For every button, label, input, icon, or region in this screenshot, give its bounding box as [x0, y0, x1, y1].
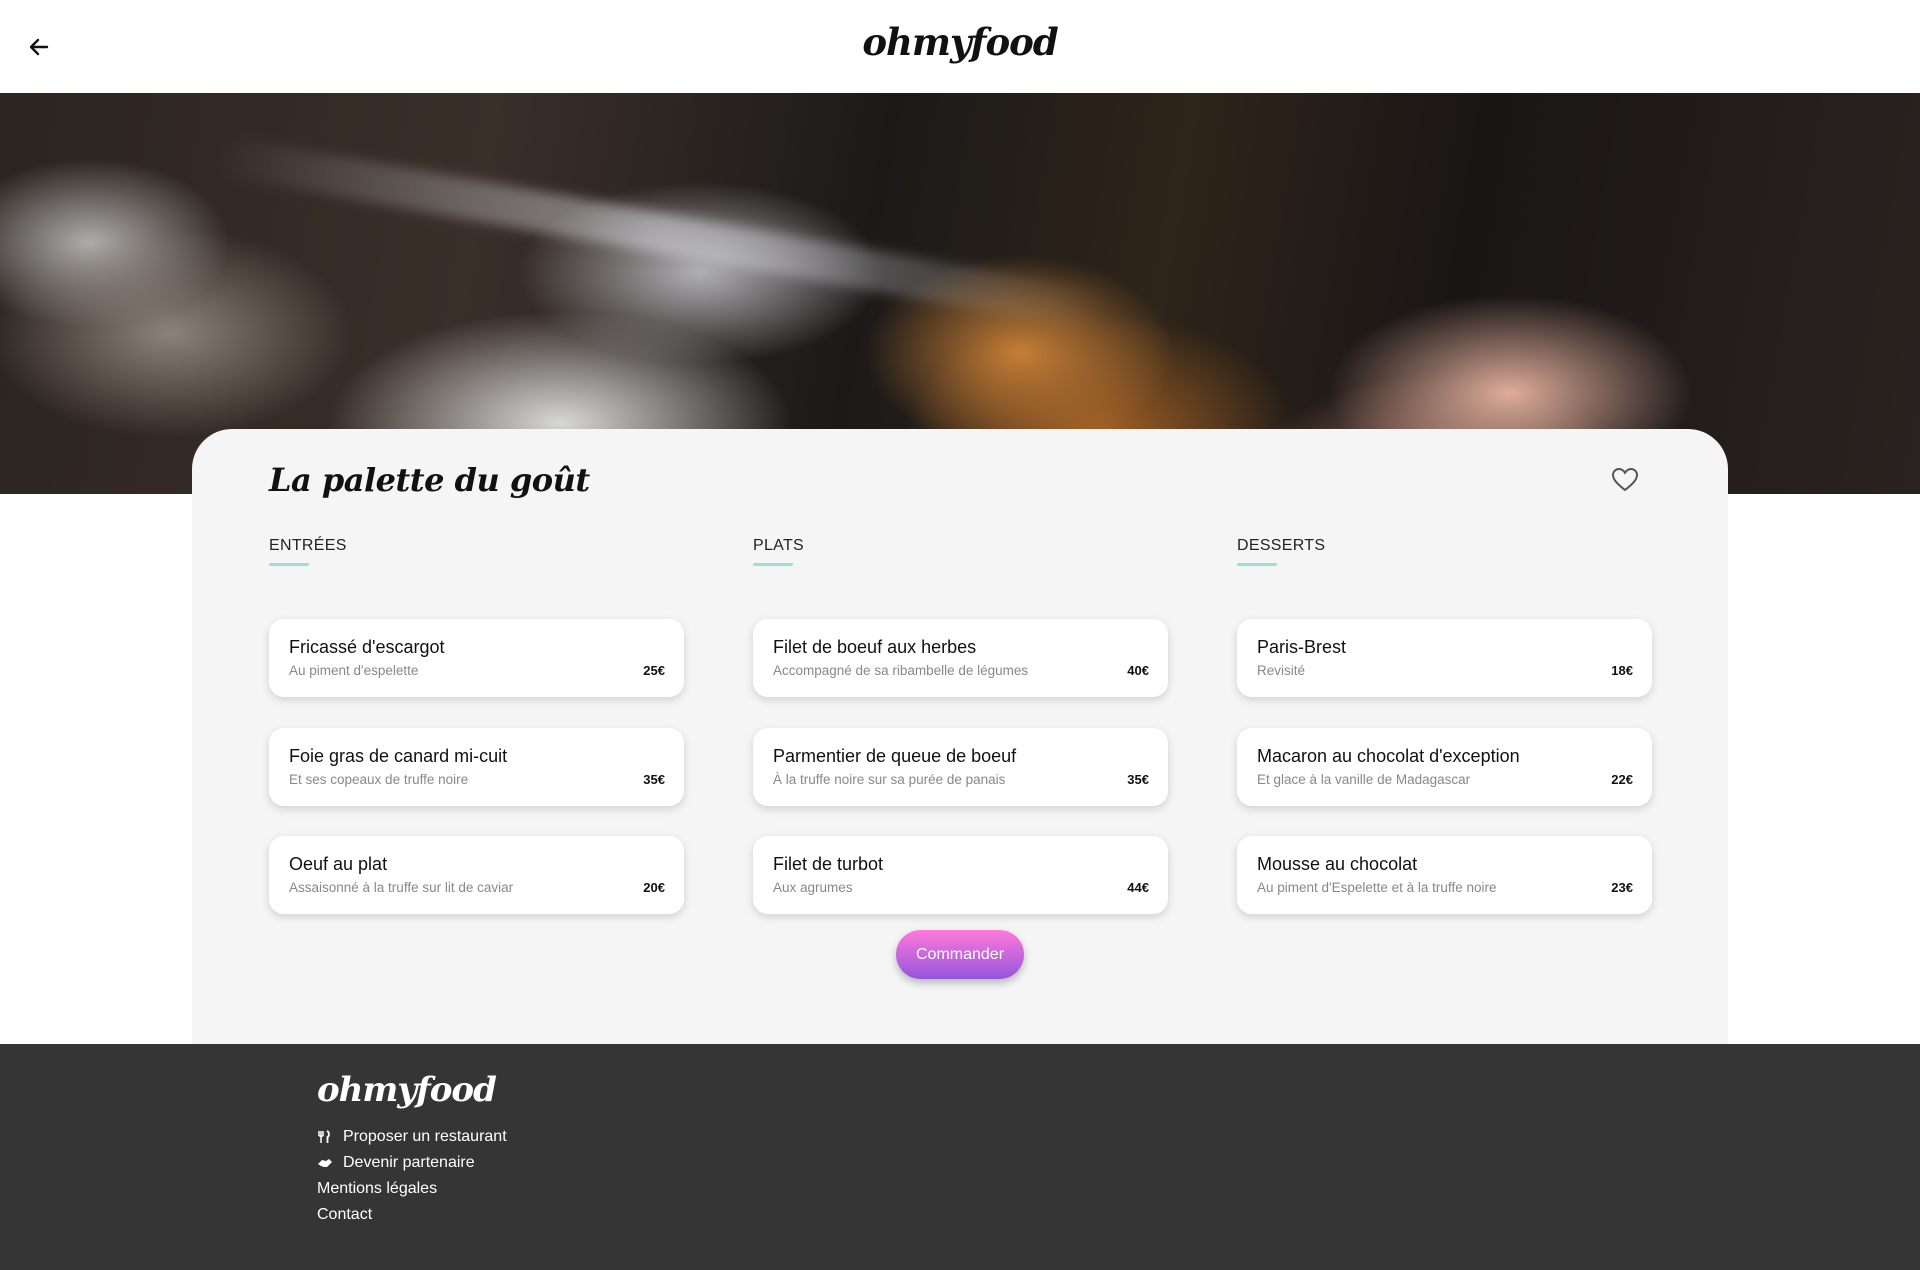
dish-name: Mousse au chocolat	[1257, 854, 1418, 874]
dish-description: Et ses copeaux de truffe noire	[289, 772, 469, 787]
dish-name: Oeuf au plat	[289, 854, 388, 874]
dish-name: Foie gras de canard mi-cuit	[289, 746, 508, 766]
site-logo[interactable]: ohmyfood	[0, 20, 1920, 64]
menu-card: La palette du goût ENTRÉES Fricassé d'es…	[192, 429, 1728, 1044]
site-footer: ohmyfood Proposer un restaurant Devenir …	[0, 1044, 1920, 1270]
dish-name: Parmentier de queue de boeuf	[773, 746, 1017, 766]
dish-price: 18€	[1611, 663, 1633, 678]
dish-card[interactable]: Foie gras de canard mi-cuit Et ses copea…	[269, 728, 684, 806]
dish-price: 35€	[1127, 772, 1149, 787]
heart-outline-icon[interactable]	[1610, 465, 1640, 495]
dish-price: 23€	[1611, 880, 1633, 895]
footer-logo[interactable]: ohmyfood	[317, 1070, 497, 1110]
footer-link-label[interactable]: Proposer un restaurant	[343, 1128, 507, 1146]
dish-card[interactable]: Macaron au chocolat d'exception Et glace…	[1237, 728, 1652, 806]
dish-price: 35€	[643, 772, 665, 787]
dish-name: Filet de boeuf aux herbes	[773, 637, 977, 657]
restaurant-title: La palette du goût	[269, 461, 590, 499]
dish-card[interactable]: Filet de turbot Aux agrumes 44€	[753, 836, 1168, 914]
dish-price: 44€	[1127, 880, 1149, 895]
column-heading: PLATS	[753, 537, 804, 554]
dish-name: Macaron au chocolat d'exception	[1257, 746, 1520, 766]
dish-card[interactable]: Mousse au chocolat Au piment d'Espelette…	[1237, 836, 1652, 914]
menu-column-plats: PLATS Filet de boeuf aux herbes Accompag…	[753, 537, 1168, 914]
menu-column-desserts: DESSERTS Paris-Brest Revisité 18€ Macaro…	[1237, 537, 1652, 914]
dish-description: Aux agrumes	[773, 880, 853, 895]
dish-description: Revisité	[1257, 663, 1306, 678]
heading-underline	[269, 563, 309, 566]
dish-name: Filet de turbot	[773, 854, 884, 874]
order-button[interactable]: Commander	[896, 930, 1024, 979]
heading-underline	[753, 563, 793, 566]
utensils-icon	[317, 1129, 335, 1145]
dish-name: Paris-Brest	[1257, 637, 1347, 657]
footer-links: Proposer un restaurant Devenir partenair…	[317, 1124, 507, 1228]
dish-card[interactable]: Parmentier de queue de boeuf À la truffe…	[753, 728, 1168, 806]
column-heading: DESSERTS	[1237, 537, 1326, 554]
dish-description: Au piment d'espelette	[289, 663, 419, 678]
heading-underline	[1237, 563, 1277, 566]
footer-link-label[interactable]: Devenir partenaire	[343, 1154, 475, 1172]
dish-card[interactable]: Paris-Brest Revisité 18€	[1237, 619, 1652, 697]
footer-link-legal[interactable]: Mentions légales	[317, 1176, 507, 1202]
footer-link-propose-restaurant[interactable]: Proposer un restaurant	[317, 1124, 507, 1150]
handshake-icon	[317, 1155, 335, 1171]
footer-link-become-partner[interactable]: Devenir partenaire	[317, 1150, 507, 1176]
dish-name: Fricassé d'escargot	[289, 637, 445, 657]
dish-price: 25€	[643, 663, 665, 678]
dish-price: 20€	[643, 880, 665, 895]
dish-description: Et glace à la vanille de Madagascar	[1257, 772, 1471, 787]
dish-description: Assaisonné à la truffe sur lit de caviar	[289, 880, 514, 895]
dish-description: À la truffe noire sur sa purée de panais	[773, 772, 1006, 787]
dish-card[interactable]: Fricassé d'escargot Au piment d'espelett…	[269, 619, 684, 697]
dish-card[interactable]: Filet de boeuf aux herbes Accompagné de …	[753, 619, 1168, 697]
dish-card[interactable]: Oeuf au plat Assaisonné à la truffe sur …	[269, 836, 684, 914]
footer-link-label[interactable]: Contact	[317, 1206, 372, 1224]
dish-price: 22€	[1611, 772, 1633, 787]
dish-description: Accompagné de sa ribambelle de légumes	[773, 663, 1029, 678]
column-heading: ENTRÉES	[269, 537, 347, 554]
dish-price: 40€	[1127, 663, 1149, 678]
site-header: ohmyfood	[0, 0, 1920, 93]
dish-description: Au piment d'Espelette et à la truffe noi…	[1257, 880, 1497, 895]
footer-link-label[interactable]: Mentions légales	[317, 1180, 437, 1198]
menu-column-entrees: ENTRÉES Fricassé d'escargot Au piment d'…	[269, 537, 684, 914]
footer-link-contact[interactable]: Contact	[317, 1202, 507, 1228]
